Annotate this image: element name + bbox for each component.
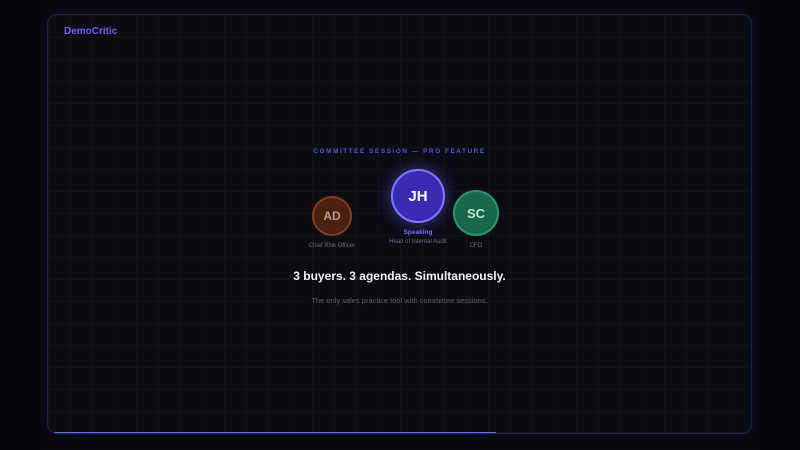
participant-cfo: SC CFO (442, 190, 510, 249)
avatar: JH (391, 169, 445, 223)
video-progress-fill (54, 432, 497, 433)
participant-cro: AD Chief Risk Officer (296, 196, 368, 249)
brand-logo: DemoCritic (64, 26, 118, 37)
avatar: SC (453, 190, 499, 236)
avatar: AD (312, 196, 352, 236)
right-edge (760, 0, 800, 450)
headline: 3 buyers. 3 agendas. Simultaneously. (293, 269, 506, 283)
video-progress-bar[interactable] (54, 432, 745, 433)
participant-role: CFO (469, 243, 483, 249)
video-frame: DemoCritic COMMITTEE SESSION — PRO FEATU… (47, 14, 752, 434)
subheadline: The only sales practice tool with commit… (311, 296, 488, 305)
participant-role: Chief Risk Officer (308, 243, 356, 249)
left-edge (0, 0, 40, 450)
section-eyebrow: COMMITTEE SESSION — PRO FEATURE (313, 148, 486, 155)
